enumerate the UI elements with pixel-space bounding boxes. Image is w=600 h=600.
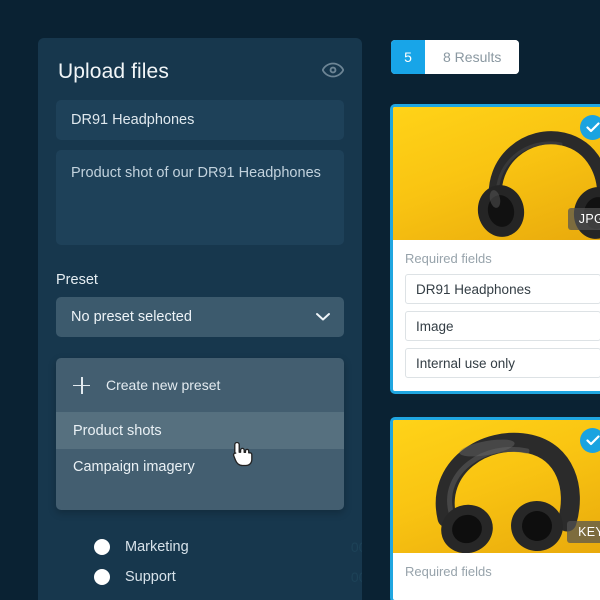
create-new-preset-label: Create new preset [106,377,221,393]
check-circle-icon[interactable] [580,115,600,140]
selected-count-badge[interactable]: 5 [391,40,425,74]
headphones-illustration [435,432,580,553]
required-fields-label: Required fields [405,251,492,266]
preset-selected-value: No preset selected [71,309,192,325]
asset-thumbnail[interactable]: JPG [393,107,600,240]
preset-option-label: Product shots [73,423,162,439]
create-new-preset-item[interactable]: Create new preset [56,358,344,412]
asset-card-body: Required fields DR91 Headphones Image In… [393,240,600,391]
preset-option-campaign-imagery[interactable]: Campaign imagery [56,449,344,485]
check-circle-icon[interactable] [580,428,600,453]
upload-files-panel: Upload files Product shot of our DR91 He… [38,38,362,600]
radio-indicator [94,539,110,555]
preset-select[interactable]: No preset selected [56,297,344,337]
radio-row-support[interactable]: Support 0000 [94,560,362,594]
results-badge: 5 8 Results [391,40,520,74]
radio-label: Marketing [125,539,189,555]
file-type-badge: KEY [567,521,600,543]
radio-indicator [94,569,110,585]
radio-value: 0000 [350,569,362,585]
file-type-badge: JPG [567,208,600,230]
chevron-down-icon [315,310,331,323]
upload-fields: Product shot of our DR91 Headphones [38,100,362,250]
asset-name-input[interactable] [56,100,344,140]
required-fields-label: Required fields [405,564,492,579]
preset-label: Preset [56,272,98,288]
preset-option-label: Campaign imagery [73,459,195,475]
eye-icon[interactable] [322,62,344,78]
menu-padding [56,485,344,510]
plus-icon [73,376,90,394]
radio-label: Support [125,569,176,585]
asset-card-body: Required fields [393,553,600,600]
preset-option-product-shots[interactable]: Product shots [56,413,344,449]
asset-thumbnail[interactable]: KEY [393,420,600,553]
asset-card[interactable]: KEY Required fields [390,417,600,600]
preset-dropdown-menu: Create new preset Product shots Campaign… [56,358,344,510]
results-count-label[interactable]: 8 Results [425,40,520,74]
page-title: Upload files [58,60,169,83]
asset-field-name[interactable]: DR91 Headphones [405,274,600,304]
radio-value: 0000 [350,539,362,555]
radio-row-marketing[interactable]: Marketing 0000 [94,530,362,564]
asset-field-type[interactable]: Image [405,311,600,341]
asset-description-textarea[interactable]: Product shot of our DR91 Headphones [56,150,344,245]
asset-field-usage[interactable]: Internal use only [405,348,600,378]
asset-card[interactable]: JPG Required fields DR91 Headphones Imag… [390,104,600,394]
panel-header: Upload files [38,38,362,100]
